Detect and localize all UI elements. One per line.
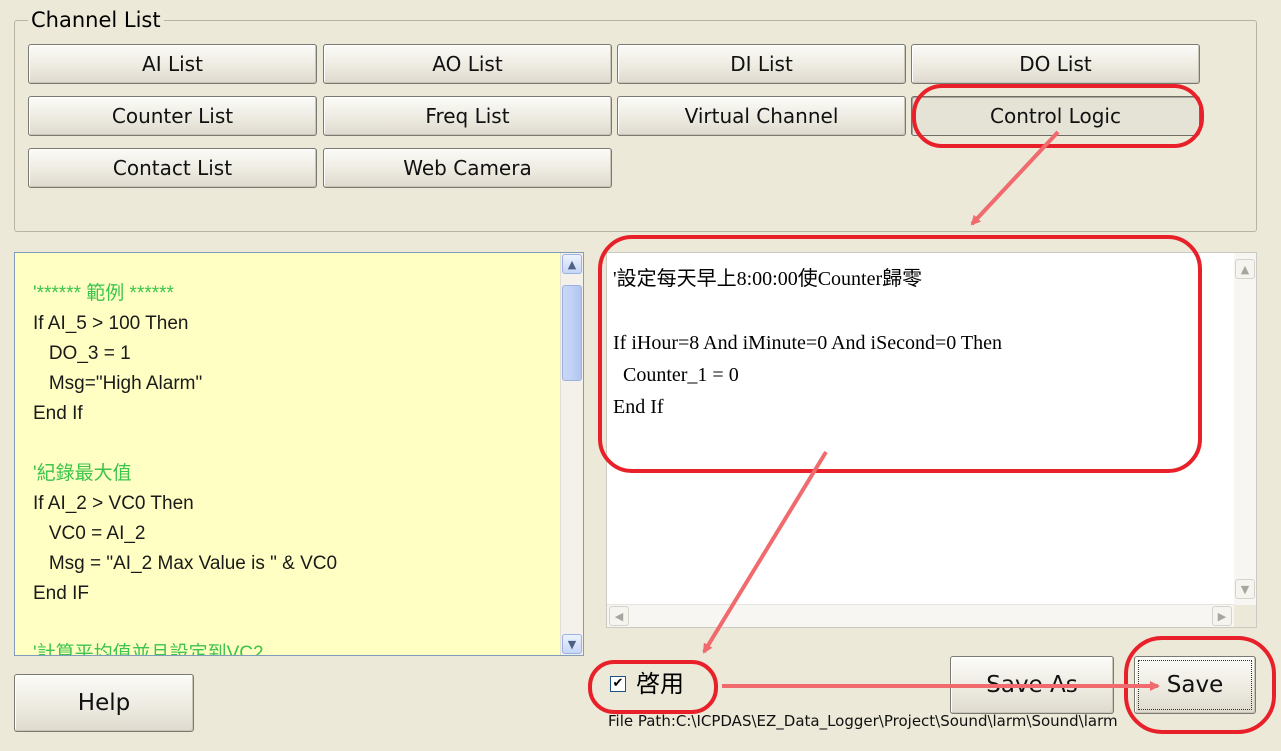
save-as-button[interactable]: Save As <box>950 656 1114 714</box>
example-line: End IF <box>33 583 89 604</box>
editor-horizontal-scrollbar[interactable]: ◀ ▶ <box>607 604 1234 627</box>
scroll-down-icon[interactable]: ▼ <box>562 634 582 654</box>
channel-list-title: Channel List <box>28 6 164 34</box>
example-code-text: '****** 範例 ****** If AI_5 > 100 Then DO_… <box>33 279 338 656</box>
editor-line: If iHour=8 And iMinute=0 And iSecond=0 T… <box>613 332 1002 354</box>
virtual-channel-button[interactable]: Virtual Channel <box>617 96 906 136</box>
example-code-panel[interactable]: '****** 範例 ****** If AI_5 > 100 Then DO_… <box>14 252 584 656</box>
example-line: DO_3 = 1 <box>33 343 131 364</box>
example-line: '****** 範例 ****** <box>33 283 174 304</box>
editor-line: '設定每天早上8:00:00使Counter歸零 <box>613 268 923 290</box>
example-vertical-scrollbar[interactable]: ▲ ▼ <box>560 253 583 655</box>
example-line: End If <box>33 403 83 424</box>
control-logic-button[interactable]: Control Logic <box>911 96 1200 136</box>
save-button[interactable]: Save <box>1134 656 1256 714</box>
scroll-down-icon[interactable]: ▼ <box>1235 579 1255 599</box>
counter-list-button[interactable]: Counter List <box>28 96 317 136</box>
example-line: If AI_5 > 100 Then <box>33 313 189 334</box>
web-camera-button[interactable]: Web Camera <box>323 148 612 188</box>
enable-label[interactable]: 啓用 <box>636 668 684 700</box>
scroll-up-icon[interactable]: ▲ <box>1235 259 1255 279</box>
freq-list-button[interactable]: Freq List <box>323 96 612 136</box>
editor-line: Counter_1 = 0 <box>613 364 739 386</box>
scrollbar-corner <box>1234 605 1256 627</box>
enable-checkbox[interactable]: ✔ <box>610 676 626 692</box>
example-line: VC0 = AI_2 <box>33 523 146 544</box>
editor-vertical-scrollbar[interactable]: ▲ ▼ <box>1234 253 1256 605</box>
contact-list-button[interactable]: Contact List <box>28 148 317 188</box>
editor-line: End If <box>613 396 664 418</box>
file-path-label: File Path:C:\ICPDAS\EZ_Data_Logger\Proje… <box>608 712 1118 730</box>
ao-list-button[interactable]: AO List <box>323 44 612 84</box>
scroll-left-icon[interactable]: ◀ <box>609 606 629 626</box>
help-button[interactable]: Help <box>14 674 194 732</box>
scroll-right-icon[interactable]: ▶ <box>1212 606 1232 626</box>
editor-code-text[interactable]: '設定每天早上8:00:00使Counter歸零 If iHour=8 And … <box>613 263 1002 423</box>
example-line: Msg = "AI_2 Max Value is " & VC0 <box>33 553 338 574</box>
scroll-up-icon[interactable]: ▲ <box>562 254 582 274</box>
control-logic-editor[interactable]: '設定每天早上8:00:00使Counter歸零 If iHour=8 And … <box>606 252 1257 628</box>
scroll-thumb[interactable] <box>562 285 582 381</box>
example-line: If AI_2 > VC0 Then <box>33 493 194 514</box>
do-list-button[interactable]: DO List <box>911 44 1200 84</box>
example-line: '計算平均值並且設定到VC2 <box>33 643 264 656</box>
example-line: Msg="High Alarm" <box>33 373 203 394</box>
example-line: '紀錄最大值 <box>33 463 132 484</box>
di-list-button[interactable]: DI List <box>617 44 906 84</box>
ai-list-button[interactable]: AI List <box>28 44 317 84</box>
